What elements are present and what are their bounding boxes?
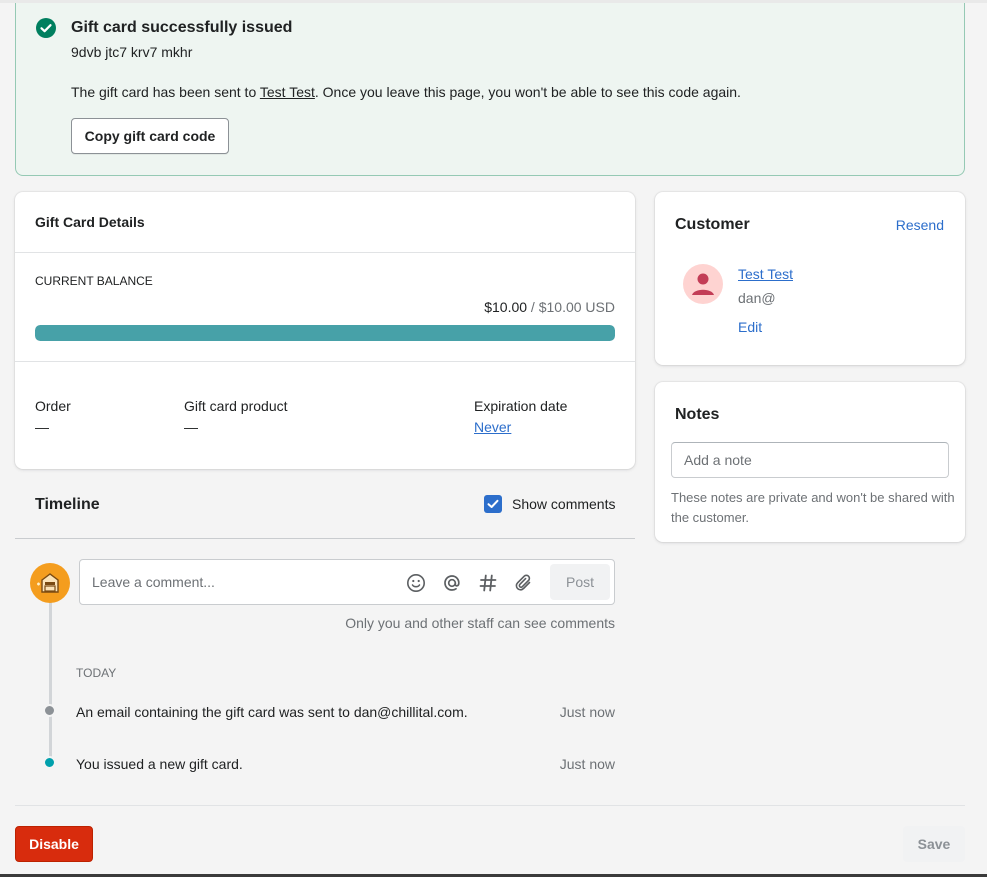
show-comments-label: Show comments xyxy=(512,496,616,512)
banner-message-prefix: The gift card has been sent to xyxy=(71,84,260,100)
product-label: Gift card product xyxy=(184,398,288,414)
timeline-event-text: You issued a new gift card. xyxy=(76,756,243,772)
balance-value: $10.00 / $10.00 USD xyxy=(484,299,615,315)
resend-link[interactable]: Resend xyxy=(896,217,944,233)
timeline-title: Timeline xyxy=(35,496,100,513)
success-banner: Gift card successfully issued 9dvb jtc7 … xyxy=(15,3,965,176)
comment-input[interactable] xyxy=(92,570,392,594)
expiration-field: Expiration date Never xyxy=(474,398,567,435)
customer-avatar-icon xyxy=(683,264,723,304)
timeline-line xyxy=(49,602,52,762)
disable-button[interactable]: Disable xyxy=(15,826,93,862)
timeline-day-label: TODAY xyxy=(76,666,117,680)
customer-title: Customer xyxy=(675,216,750,233)
timeline-dot xyxy=(43,756,56,769)
attachment-icon[interactable] xyxy=(513,572,535,594)
banner-message: The gift card has been sent to Test Test… xyxy=(71,84,741,100)
order-field: Order — xyxy=(35,398,71,435)
staff-only-note: Only you and other staff can see comment… xyxy=(345,615,615,631)
timeline-divider xyxy=(15,538,635,539)
notes-title: Notes xyxy=(675,406,720,423)
mention-icon[interactable] xyxy=(441,572,463,594)
staff-avatar-icon xyxy=(30,563,70,603)
customer-email: dan@ xyxy=(738,290,776,306)
notes-card: Notes These notes are private and won't … xyxy=(655,382,965,542)
balance-separator: / xyxy=(527,299,539,315)
balance-current: $10.00 xyxy=(484,299,528,315)
check-circle-icon xyxy=(36,18,56,38)
gift-card-code: 9dvb jtc7 krv7 mkhr xyxy=(71,44,193,60)
copy-code-button[interactable]: Copy gift card code xyxy=(71,118,229,154)
comment-composer: Post xyxy=(79,559,615,605)
balance-total: $10.00 USD xyxy=(538,299,615,315)
expiration-label: Expiration date xyxy=(474,398,568,414)
divider xyxy=(15,361,635,362)
product-field: Gift card product — xyxy=(184,398,288,435)
timeline-event-text: An email containing the gift card was se… xyxy=(76,704,468,720)
show-comments-toggle[interactable]: Show comments xyxy=(484,495,615,513)
save-button[interactable]: Save xyxy=(903,826,965,862)
notes-help-text: These notes are private and won't be sha… xyxy=(671,490,955,525)
expiration-link[interactable]: Never xyxy=(474,419,511,435)
recipient-link[interactable]: Test Test xyxy=(260,84,315,100)
banner-message-suffix: . Once you leave this page, you won't be… xyxy=(314,84,741,100)
timeline-dot xyxy=(43,704,56,717)
divider xyxy=(15,252,635,253)
balance-progress-bar xyxy=(35,325,615,341)
customer-name-link[interactable]: Test Test xyxy=(738,266,793,282)
hashtag-icon[interactable] xyxy=(477,572,499,594)
product-value: — xyxy=(184,419,198,435)
order-label: Order xyxy=(35,398,71,414)
show-comments-checkbox[interactable] xyxy=(484,495,502,513)
balance-progress-fill xyxy=(35,325,615,341)
edit-customer-link[interactable]: Edit xyxy=(738,319,762,335)
note-input[interactable] xyxy=(671,442,949,478)
footer-divider xyxy=(15,805,965,806)
timeline-event-time: Just now xyxy=(559,704,615,720)
timeline-event-time: Just now xyxy=(559,756,615,772)
details-title: Gift Card Details xyxy=(35,214,145,230)
banner-title: Gift card successfully issued xyxy=(71,19,293,36)
gift-card-details-card: Gift Card Details CURRENT BALANCE $10.00… xyxy=(15,192,635,469)
customer-card: Customer Resend Test Test dan@ Edit xyxy=(655,192,965,365)
order-value: — xyxy=(35,419,49,435)
emoji-icon[interactable] xyxy=(405,572,427,594)
balance-label: CURRENT BALANCE xyxy=(35,274,153,288)
post-button[interactable]: Post xyxy=(550,564,610,600)
